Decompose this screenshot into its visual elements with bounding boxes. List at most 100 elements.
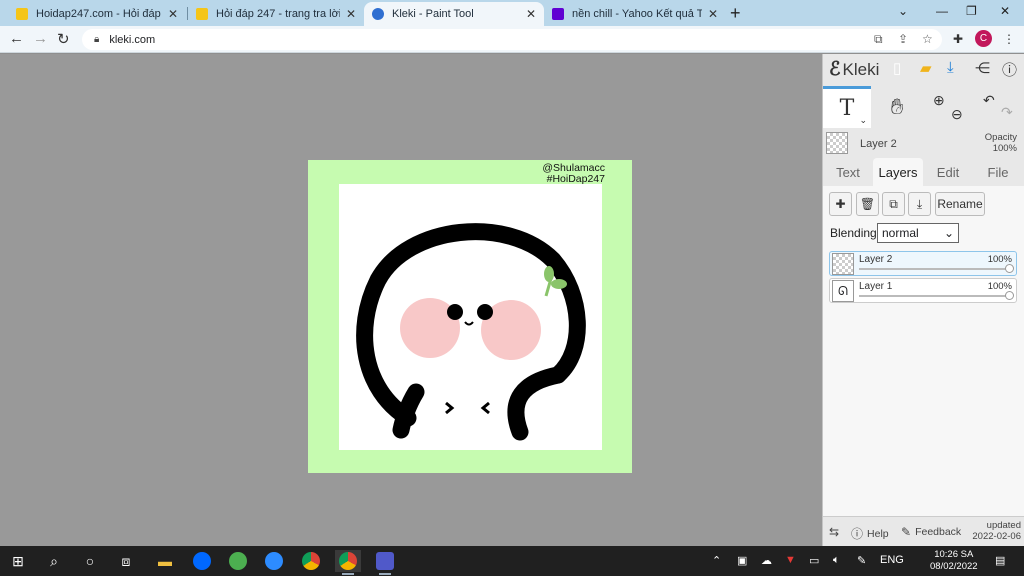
panel-tabs: Text Layers Edit File	[823, 158, 1024, 186]
zoom-out-icon[interactable]: ⊖	[951, 106, 963, 123]
open-folder-icon[interactable]: ▰	[920, 59, 932, 77]
delete-layer-button[interactable]: 🗑︎	[856, 192, 879, 216]
clock[interactable]: 10:26 SA 08/02/2022	[930, 549, 978, 573]
teams-icon[interactable]	[372, 550, 398, 575]
app-green-icon[interactable]	[225, 550, 251, 572]
windows-taskbar: ⊞ ⌕ ○ ⧈ ▬ ⌃ ▣ ☁︎ ▼ ▭ 🔈︎ ✎ ENG 10:26 SA 0…	[0, 546, 1024, 576]
updated-info[interactable]: updated 2022-02-06	[972, 520, 1021, 542]
duplicate-icon: ⧉	[889, 196, 898, 211]
chrome-profile-icon[interactable]	[335, 550, 361, 575]
swap-icon: ⇆	[829, 525, 840, 539]
file-explorer-icon[interactable]: ▬	[152, 550, 178, 572]
notification-icon[interactable]: ▤	[995, 554, 1005, 567]
tab-file[interactable]: File	[973, 158, 1023, 186]
show-hidden-icons-chevron-icon[interactable]: ⌃	[712, 554, 721, 567]
tab-hoidap-tra-loi[interactable]: Hỏi đáp 247 - trang tra lời ✕	[188, 2, 364, 26]
profile-avatar[interactable]: C	[975, 30, 992, 47]
feedback-button[interactable]: ✎ Feedback	[901, 525, 961, 539]
layer-thumbnail: ᘏ	[832, 280, 854, 302]
panel-footer: ⇆ ⓘ Help ✎ Feedback updated 2022-02-06	[823, 516, 1024, 546]
opacity-readout: Opacity 100%	[984, 132, 1017, 154]
address-toolbar: ← → ↻ 🔒︎ kleki.com ⧉ ⇪ ☆ ✚ C ⋮	[0, 26, 1024, 53]
close-icon[interactable]: ✕	[526, 7, 536, 21]
bookmark-star-icon[interactable]: ☆	[922, 32, 933, 46]
panel-header: ℰ Kleki ▯ ▰ ⤓ ⋲ ⓘ	[823, 54, 1024, 82]
layer-opacity-slider[interactable]	[859, 268, 1010, 270]
browser-tab-bar: Hoidap247.com - Hỏi đáp bài tập ✕ Hỏi đá…	[0, 0, 1024, 26]
forward-icon[interactable]: →	[33, 30, 48, 47]
close-icon[interactable]: ✕	[708, 7, 718, 21]
translate-icon[interactable]: ⧉	[874, 32, 883, 47]
windows-start-icon[interactable]: ⊞	[5, 550, 31, 572]
restore-icon[interactable]: ❐	[966, 4, 977, 18]
ime-icon[interactable]: ✎	[857, 554, 866, 567]
tab-search-chevron-icon[interactable]: ⌄	[898, 4, 908, 18]
undo-icon[interactable]: ↶	[983, 92, 995, 109]
zoom-in-icon[interactable]: ⊕	[933, 92, 945, 109]
kleki-logo-icon: ℰ	[829, 59, 841, 80]
tab-layers[interactable]: Layers	[873, 158, 923, 186]
chevron-down-icon[interactable]: ⌄	[859, 115, 867, 126]
add-layer-button[interactable]: ✚	[829, 192, 852, 216]
tab-text[interactable]: Text	[825, 158, 871, 186]
rename-layer-button[interactable]: Rename	[935, 192, 985, 216]
vivaldi-tray-icon[interactable]: ▼	[785, 554, 796, 566]
layer-opacity-handle[interactable]	[1005, 291, 1014, 300]
task-view-icon[interactable]: ⧈	[113, 550, 139, 572]
help-button[interactable]: ⓘ Help	[851, 525, 889, 542]
character-drawing	[356, 223, 586, 441]
drawing-canvas[interactable]: @Shulamacc #HoiDap247	[308, 160, 632, 473]
tab-edit[interactable]: Edit	[925, 158, 971, 186]
chrome-icon[interactable]	[298, 550, 324, 572]
language-indicator[interactable]: ENG	[880, 554, 904, 566]
search-icon[interactable]: ⌕	[41, 550, 67, 572]
canvas-workspace[interactable]: @Shulamacc #HoiDap247	[0, 54, 822, 546]
kleki-icon	[372, 8, 384, 20]
tab-yahoo[interactable]: nền chill - Yahoo Kết quả Tìm Kiế ✕	[544, 2, 726, 26]
layer-item[interactable]: Layer 2 100%	[829, 251, 1017, 276]
window-close-icon[interactable]: ✕	[1000, 4, 1010, 18]
active-layer-name: Layer 2	[860, 138, 897, 150]
layer-opacity-handle[interactable]	[1005, 264, 1014, 273]
hoidap-icon	[16, 8, 28, 20]
merge-down-icon: ⤓	[916, 196, 923, 211]
duplicate-layer-button[interactable]: ⧉	[882, 192, 905, 216]
lock-icon[interactable]: 🔒︎	[94, 34, 99, 45]
swap-side-button[interactable]: ⇆	[829, 525, 843, 539]
layer-item[interactable]: ᘏ Layer 1 100%	[829, 278, 1017, 303]
feedback-icon: ✎	[901, 525, 912, 539]
reload-icon[interactable]: ↻	[57, 30, 70, 48]
meet-now-icon[interactable]: ▣	[737, 554, 747, 567]
blending-mode-select[interactable]: normal ⌄	[877, 223, 959, 243]
share-icon[interactable]: ⋲	[975, 59, 990, 77]
zoom-app-icon[interactable]	[261, 550, 287, 572]
close-icon[interactable]: ✕	[168, 7, 178, 21]
more-menu-icon[interactable]: ⋮	[1003, 32, 1015, 46]
download-icon[interactable]: ⤓	[947, 59, 954, 76]
new-image-icon[interactable]: ▯	[893, 59, 901, 77]
merge-down-button[interactable]: ⤓	[908, 192, 931, 216]
cortana-icon[interactable]: ○	[77, 550, 103, 572]
network-icon[interactable]: ▭	[809, 554, 819, 567]
help-circle-icon[interactable]: ⓘ	[1002, 59, 1017, 80]
back-icon[interactable]: ←	[9, 30, 24, 47]
close-icon[interactable]: ✕	[346, 7, 356, 21]
redo-icon[interactable]: ↷	[1001, 104, 1013, 121]
zalo-icon[interactable]	[189, 550, 215, 572]
yahoo-icon	[552, 8, 564, 20]
help-circle-icon: ⓘ	[851, 527, 864, 541]
new-tab-icon[interactable]: +	[730, 3, 741, 24]
layer-opacity-slider[interactable]	[859, 295, 1010, 297]
zoom-buttons: ⊕ ⊖	[923, 86, 971, 128]
text-tool-button[interactable]: T ⌄	[823, 86, 871, 128]
omnibox[interactable]: 🔒︎ kleki.com	[82, 29, 942, 50]
tab-hoidap247[interactable]: Hoidap247.com - Hỏi đáp bài tập ✕	[8, 2, 186, 26]
onedrive-icon[interactable]: ☁︎	[761, 554, 772, 567]
layers-panel: ✚ 🗑︎ ⧉ ⤓ Rename Blending normal ⌄ Layer …	[823, 186, 1024, 516]
extensions-icon[interactable]: ✚	[953, 32, 963, 46]
hand-tool-button[interactable]: ✋︎	[873, 86, 921, 128]
share-icon[interactable]: ⇪	[898, 32, 908, 46]
tab-kleki[interactable]: Kleki - Paint Tool ✕	[364, 2, 544, 26]
minimize-icon[interactable]: —	[936, 4, 948, 18]
volume-icon[interactable]: 🔈︎	[833, 554, 840, 567]
